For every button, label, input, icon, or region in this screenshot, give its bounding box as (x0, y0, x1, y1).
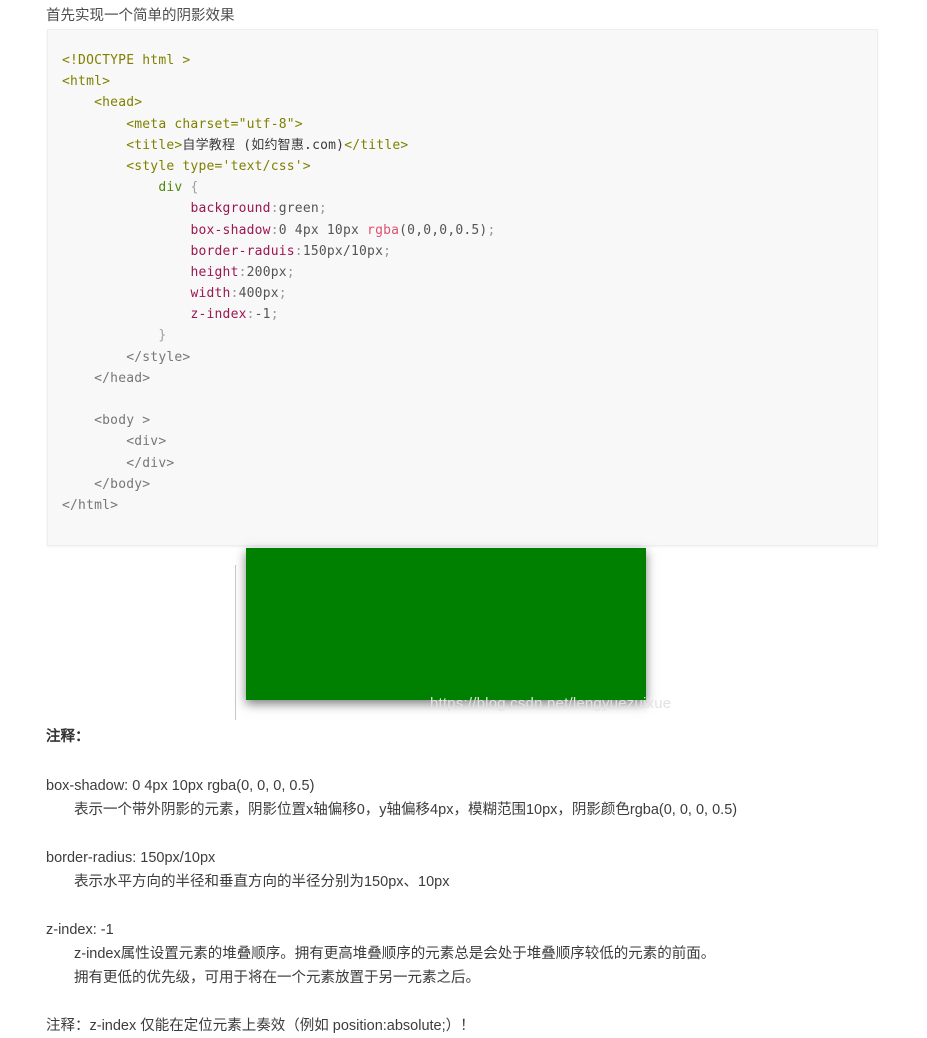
code-token: ; (278, 286, 287, 302)
code-token: <body > (94, 413, 151, 429)
code-token: { (190, 180, 199, 196)
code-token: -1 (254, 307, 271, 323)
code-block: <!DOCTYPE html > <html> <head> <meta char… (47, 29, 878, 546)
code-token: 400px (238, 286, 279, 302)
code-token: : (246, 307, 255, 323)
code-line-html-open: <html> (62, 71, 495, 92)
code-line-doctype: <!DOCTYPE html > (62, 50, 495, 71)
code-token: : (294, 243, 303, 259)
code-token: <meta charset="utf-8"> (126, 116, 303, 132)
code-token: </title> (344, 137, 409, 153)
code-token: 150px/10px (302, 243, 384, 259)
notes-title: 注释： (46, 729, 90, 745)
code-line-selector: div { (62, 177, 495, 198)
code-line-head-open: <head> (62, 92, 495, 113)
code-listing: <!DOCTYPE html > <html> <head> <meta char… (62, 50, 495, 516)
code-token: ; (487, 222, 496, 238)
code-token: <div> (126, 434, 167, 450)
vertical-divider (235, 565, 236, 720)
code-token: 200px (246, 264, 287, 280)
code-token: </div> (126, 455, 175, 471)
code-line-style-close: </style> (62, 347, 495, 368)
code-line-div-close: </div> (62, 453, 495, 474)
code-token: <head> (94, 95, 143, 111)
code-line-title: <title>自学教程 (如约智惠.com)</title> (62, 135, 495, 156)
note-description: z-index属性设置元素的堆叠顺序。拥有更高堆叠顺序的元素总是会处于堆叠顺序较… (74, 946, 716, 962)
note-group: border-radius: 150px/10px 表示水平方向的半径和垂直方向的… (46, 846, 886, 894)
code-token: border-raduis (190, 243, 295, 259)
note-description: 表示水平方向的半径和垂直方向的半径分别为150px、10px (74, 874, 450, 890)
code-line-height: height:200px; (62, 262, 495, 283)
code-token: width (190, 286, 231, 302)
note-description: 表示一个带外阴影的元素，阴影位置x轴偏移0，y轴偏移4px，模糊范围10px，阴… (74, 802, 738, 818)
code-token: <style type='text/css'> (126, 158, 311, 174)
code-token: : (270, 222, 279, 238)
code-token: </body> (94, 476, 151, 492)
code-line-box-shadow: box-shadow:0 4px 10px rgba(0,0,0,0.5); (62, 220, 495, 241)
code-token: </head> (94, 370, 151, 386)
code-token: ; (286, 264, 295, 280)
code-line-rule-close: } (62, 325, 495, 346)
code-token: <html> (62, 74, 111, 90)
code-token: <!DOCTYPE html > (62, 53, 191, 68)
code-token: ; (383, 243, 392, 259)
code-token: : (270, 201, 279, 217)
green-shadow-box (246, 548, 646, 700)
code-token: </html> (62, 497, 119, 513)
code-token: </style> (126, 349, 191, 365)
watermark-text: https://blog.csdn.net/lengyuezuixue (430, 695, 672, 712)
code-line-width: width:400px; (62, 283, 495, 304)
note-heading: z-index: -1 (46, 922, 114, 938)
notes-footer: 注释：z-index 仅能在定位元素上奏效（例如 position:absolu… (46, 1018, 475, 1034)
code-line-border-radius: border-raduis:150px/10px; (62, 241, 495, 262)
code-token: <title> (126, 137, 183, 153)
code-line-meta: <meta charset="utf-8"> (62, 114, 495, 135)
code-token: height (190, 264, 239, 280)
code-token: ; (318, 201, 327, 217)
code-token: background (190, 201, 271, 217)
code-line-body-open: <body > (62, 410, 495, 431)
code-token: box-shadow (190, 222, 271, 238)
notes-groups: box-shadow: 0 4px 10px rgba(0, 0, 0, 0.5… (46, 774, 886, 990)
code-token: z-index (190, 307, 247, 323)
code-token: : (230, 286, 239, 302)
page-title: 首先实现一个简单的阴影效果 (46, 8, 235, 24)
code-token: : (238, 264, 247, 280)
code-token: div (158, 180, 183, 196)
code-line-html-close: </html> (62, 495, 495, 516)
code-token: } (158, 328, 167, 344)
code-token: ; (270, 307, 279, 323)
note-heading: box-shadow: 0 4px 10px rgba(0, 0, 0, 0.5… (46, 778, 315, 794)
note-description: 拥有更低的优先级，可用于将在一个元素放置于另一元素之后。 (74, 970, 480, 986)
code-token: green (278, 201, 319, 217)
code-line-style-open: <style type='text/css'> (62, 156, 495, 177)
code-line-head-close: </head> (62, 368, 495, 389)
code-token: 自学教程 (如约智惠.com) (182, 137, 345, 153)
code-line-body-close: </body> (62, 474, 495, 495)
note-group: z-index: -1 z-index属性设置元素的堆叠顺序。拥有更高堆叠顺序的元… (46, 918, 886, 990)
code-line-div-open: <div> (62, 431, 495, 452)
note-heading: border-radius: 150px/10px (46, 850, 216, 866)
demo-preview-area: https://blog.csdn.net/lengyuezuixue (0, 547, 927, 722)
code-token: 0 4px 10px (278, 222, 368, 238)
code-line-background: background:green; (62, 198, 495, 219)
code-token: (0,0,0,0.5) (399, 222, 488, 238)
note-group: box-shadow: 0 4px 10px rgba(0, 0, 0, 0.5… (46, 774, 886, 822)
code-line-z-index: z-index:-1; (62, 304, 495, 325)
code-token: rgba (367, 222, 400, 238)
notes-section: 注释： box-shadow: 0 4px 10px rgba(0, 0, 0,… (46, 726, 886, 1038)
